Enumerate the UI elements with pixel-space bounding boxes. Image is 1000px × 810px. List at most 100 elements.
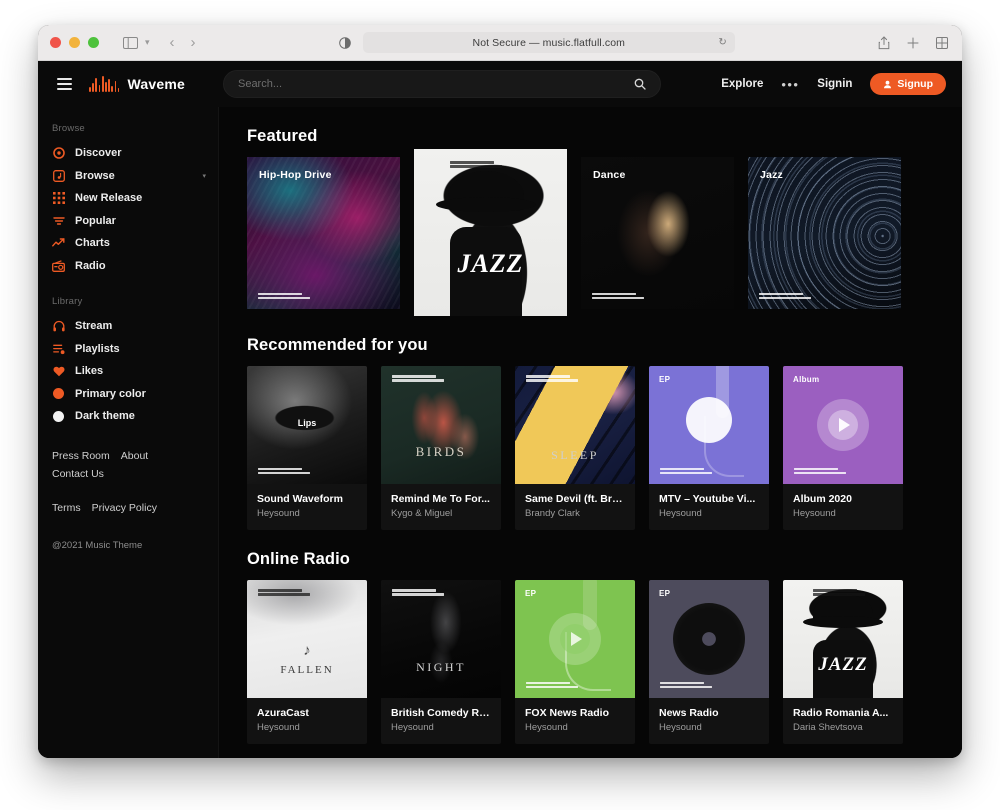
sidebar-item-likes[interactable]: Likes (38, 360, 218, 383)
sidebar-item-new-release[interactable]: New Release (38, 187, 218, 210)
grid-icon (52, 192, 65, 205)
forward-button[interactable]: › (191, 35, 196, 50)
featured-card[interactable]: Dance (581, 157, 734, 309)
back-button[interactable]: ‹ (170, 35, 175, 50)
sidebar-item-dark-theme[interactable]: Dark theme (38, 405, 218, 428)
media-card[interactable]: NIGHT British Comedy Ra... Heysound (381, 580, 501, 744)
web-page: Waveme Explore ••• Signin Signup (38, 61, 962, 758)
featured-card-title: Dance (593, 169, 626, 181)
watermark (526, 375, 578, 382)
chevron-down-icon[interactable]: ▾ (202, 172, 206, 180)
reader-mode-icon[interactable] (338, 36, 351, 49)
sidebar-item-discover[interactable]: Discover (38, 142, 218, 165)
privacy-policy-link[interactable]: Privacy Policy (92, 502, 157, 514)
explore-link[interactable]: Explore (721, 78, 763, 90)
sidebar-label: Likes (75, 365, 104, 378)
media-card[interactable]: BIRDS Remind Me To For... Kygo & Miguel (381, 366, 501, 530)
search-box[interactable] (222, 70, 661, 98)
sidebar-label: Popular (75, 214, 116, 227)
minimize-window-button[interactable] (69, 37, 80, 48)
media-card-title: Remind Me To For... (391, 493, 490, 505)
signin-link[interactable]: Signin (817, 78, 852, 90)
sidebar-item-browse[interactable]: Browse ▾ (38, 165, 218, 188)
window-controls (50, 37, 99, 48)
media-card-meta: British Comedy Ra... Heysound (381, 698, 501, 744)
maximize-window-button[interactable] (88, 37, 99, 48)
media-card-meta: MTV – Youtube Vi... Heysound (649, 484, 769, 530)
play-icon[interactable] (549, 613, 601, 665)
menu-toggle-icon[interactable] (54, 75, 75, 93)
album-art: EP (649, 580, 769, 698)
art-label: Lips (297, 418, 317, 428)
sidebar-label: Playlists (75, 342, 120, 355)
search-input[interactable] (237, 78, 634, 90)
terms-link[interactable]: Terms (52, 502, 81, 514)
sidebar-label: Browse (75, 169, 115, 182)
more-menu-icon[interactable]: ••• (781, 77, 799, 92)
color-swatch-icon (52, 387, 65, 400)
featured-card[interactable]: Jazz (748, 157, 901, 309)
online-radio-section: Online Radio ♪ FALLEN AzuraCast Heysound (247, 550, 938, 744)
sidebar-heading-library: Library (52, 296, 83, 307)
watermark (660, 467, 712, 474)
media-card[interactable]: EP News Radio Heysound (649, 580, 769, 744)
sidebar-icon[interactable] (123, 36, 138, 49)
record-icon (52, 147, 65, 160)
share-icon[interactable] (878, 35, 890, 50)
watermark (392, 375, 444, 382)
media-card[interactable]: SLEEP Same Devil (ft. Bra... Brandy Clar… (515, 366, 635, 530)
address-area: Not Secure — music.flatfull.com ↻ (206, 32, 868, 53)
art-label: NIGHT (416, 660, 466, 674)
media-card-title: FOX News Radio (525, 707, 610, 719)
signup-button[interactable]: Signup (870, 73, 946, 95)
media-card[interactable]: Lips Sound Waveform Heysound (247, 366, 367, 530)
featured-card[interactable]: Hip-Hop Drive (247, 157, 400, 309)
media-card[interactable]: JAZZ Radio Romania A... Daria Shevtsova (783, 580, 903, 744)
reload-icon[interactable]: ↻ (718, 37, 726, 48)
sidebar-item-stream[interactable]: Stream (38, 315, 218, 338)
signup-label: Signup (897, 78, 933, 90)
sidebar-item-playlists[interactable]: Playlists (38, 338, 218, 361)
watermark (813, 589, 865, 596)
sidebar: Browse Discover Browse ▾ New Release Pop… (38, 107, 219, 758)
sidebar-label: Stream (75, 320, 113, 333)
sidebar-label: Charts (75, 237, 110, 250)
media-card-title: MTV – Youtube Vi... (659, 493, 756, 505)
media-card[interactable]: EP FOX News Radio Heysound (515, 580, 635, 744)
brand-logo[interactable]: Waveme (89, 76, 185, 92)
sidebar-footer-links: Press Room About Contact Us Terms Privacy … (38, 428, 218, 516)
search-icon[interactable] (634, 78, 646, 90)
art-label: SLEEP (551, 448, 599, 462)
play-icon[interactable] (817, 399, 869, 451)
close-window-button[interactable] (50, 37, 61, 48)
media-card[interactable]: Album Album 2020 Heysound (783, 366, 903, 530)
sidebar-item-charts[interactable]: Charts (38, 232, 218, 255)
featured-card[interactable]: JAZZ (414, 149, 567, 316)
media-card[interactable]: EP MTV – Youtube Vi... Heysound (649, 366, 769, 530)
user-icon (884, 80, 892, 88)
media-card[interactable]: ♪ FALLEN AzuraCast Heysound (247, 580, 367, 744)
tab-overview-icon[interactable] (936, 36, 948, 49)
address-bar[interactable]: Not Secure — music.flatfull.com ↻ (362, 32, 735, 53)
section-title: Featured (247, 127, 318, 145)
sidebar-item-primary-color[interactable]: Primary color (38, 383, 218, 406)
about-link[interactable]: About (121, 450, 148, 462)
radio-icon (52, 259, 65, 272)
sidebar-item-radio[interactable]: Radio (38, 255, 218, 278)
header-actions: Explore ••• Signin Signup (721, 73, 946, 95)
playlist-icon (52, 342, 65, 355)
section-title: Recommended for you (247, 336, 428, 354)
sidebar-item-popular[interactable]: Popular (38, 210, 218, 233)
watermark (258, 467, 310, 474)
new-tab-icon[interactable] (907, 37, 919, 49)
chevron-down-icon[interactable]: ▾ (145, 37, 150, 48)
album-art: EP (649, 366, 769, 484)
media-card-title: British Comedy Ra... (391, 707, 491, 719)
sidebar-label: Primary color (75, 387, 146, 400)
card-badge: EP (659, 589, 671, 598)
media-card-artist: Brandy Clark (525, 508, 580, 519)
album-art: Album (783, 366, 903, 484)
contact-us-link[interactable]: Contact Us (52, 468, 104, 480)
press-room-link[interactable]: Press Room (52, 450, 110, 462)
art-label: FALLEN (280, 664, 334, 676)
